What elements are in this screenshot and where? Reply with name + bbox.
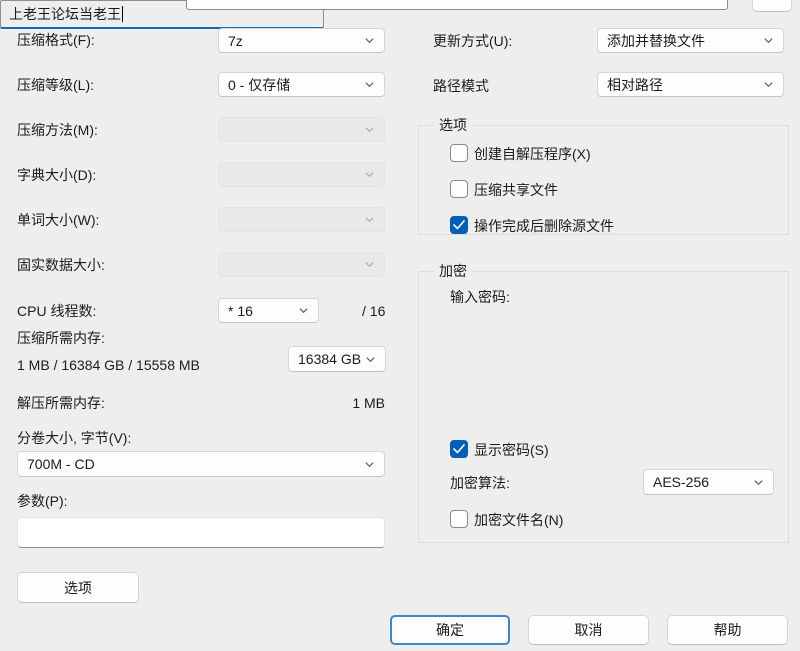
create-sfx-checkbox[interactable] — [450, 144, 468, 162]
chevron-down-icon — [364, 459, 375, 470]
options-button[interactable]: 选项 — [17, 572, 139, 603]
path-mode-value: 相对路径 — [607, 75, 663, 95]
chevron-down-icon — [365, 354, 376, 365]
encryption-method-label: 加密算法: — [450, 474, 510, 492]
cancel-button-label: 取消 — [575, 620, 603, 640]
password-label: 输入密码: — [450, 288, 510, 306]
memory-decompress-value: 1 MB — [352, 394, 385, 412]
chevron-down-icon — [763, 79, 774, 90]
word-size-label: 单词大小(W): — [17, 211, 99, 229]
volume-size-select[interactable]: 700M - CD — [17, 451, 385, 477]
memory-limit-value: 16384 GB — [298, 351, 361, 367]
compress-shared-label[interactable]: 压缩共享文件 — [474, 181, 558, 199]
encryption-group-title: 加密 — [434, 263, 472, 280]
method-select — [218, 117, 385, 142]
delete-after-checkbox[interactable] — [450, 216, 468, 234]
create-sfx-label[interactable]: 创建自解压程序(X) — [474, 145, 591, 163]
update-mode-select[interactable]: 添加并替换文件 — [597, 28, 784, 53]
chevron-down-icon — [364, 169, 375, 180]
delete-after-label[interactable]: 操作完成后删除源文件 — [474, 217, 614, 235]
checkmark-icon — [453, 441, 465, 457]
options-group-title: 选项 — [434, 117, 472, 134]
encryption-method-select[interactable]: AES-256 — [643, 469, 774, 495]
dictionary-size-select — [218, 162, 385, 187]
encrypt-names-checkbox[interactable] — [450, 510, 468, 528]
parameters-input[interactable] — [17, 517, 385, 548]
chevron-down-icon — [364, 79, 375, 90]
checkmark-icon — [453, 217, 465, 233]
chevron-down-icon — [364, 214, 375, 225]
level-value: 0 - 仅存储 — [228, 75, 290, 95]
chevron-down-icon — [364, 124, 375, 135]
encrypt-names-label[interactable]: 加密文件名(N) — [474, 511, 563, 529]
cancel-button[interactable]: 取消 — [528, 615, 649, 645]
chevron-down-icon — [364, 35, 375, 46]
memory-decompress-label: 解压所需内存: — [17, 394, 105, 412]
chevron-down-icon — [753, 477, 764, 488]
dictionary-size-label: 字典大小(D): — [17, 166, 96, 184]
chevron-down-icon — [298, 305, 309, 316]
text-caret — [122, 6, 123, 22]
word-size-select — [218, 207, 385, 232]
format-select[interactable]: 7z — [218, 28, 385, 53]
cpu-threads-select[interactable]: * 16 — [218, 298, 319, 323]
memory-compress-label: 压缩所需内存: — [17, 329, 105, 347]
browse-button[interactable] — [752, 0, 792, 12]
memory-limit-select[interactable]: 16384 GB — [288, 346, 386, 372]
solid-block-size-label: 固实数据大小: — [17, 256, 105, 274]
chevron-down-icon — [364, 259, 375, 270]
help-button-label: 帮助 — [714, 620, 742, 640]
chevron-down-icon — [763, 35, 774, 46]
ok-button-label: 确定 — [436, 620, 464, 640]
encryption-method-value: AES-256 — [653, 474, 709, 490]
encryption-group — [418, 271, 789, 543]
show-password-label[interactable]: 显示密码(S) — [474, 441, 549, 459]
format-value: 7z — [228, 33, 243, 49]
archive-name-input[interactable] — [186, 0, 728, 10]
volume-size-value: 700M - CD — [27, 456, 95, 472]
volume-size-label: 分卷大小, 字节(V): — [17, 429, 131, 447]
options-button-label: 选项 — [64, 578, 92, 598]
solid-block-size-select — [218, 252, 385, 277]
path-mode-label: 路径模式 — [433, 77, 489, 95]
cpu-threads-value: * 16 — [228, 303, 253, 319]
level-select[interactable]: 0 - 仅存储 — [218, 72, 385, 97]
show-password-checkbox[interactable] — [450, 440, 468, 458]
cpu-threads-max: / 16 — [362, 302, 385, 320]
memory-compress-value: 1 MB / 16384 GB / 15558 MB — [17, 356, 200, 374]
level-label: 压缩等级(L): — [17, 76, 94, 94]
ok-button[interactable]: 确定 — [390, 615, 510, 645]
update-mode-label: 更新方式(U): — [433, 32, 512, 50]
format-label: 压缩格式(F): — [17, 31, 95, 49]
help-button[interactable]: 帮助 — [667, 615, 788, 645]
update-mode-value: 添加并替换文件 — [607, 31, 705, 51]
cpu-threads-label: CPU 线程数: — [17, 302, 96, 320]
password-value: 上老王论坛当老王 — [9, 4, 121, 24]
parameters-label: 参数(P): — [17, 492, 68, 510]
path-mode-select[interactable]: 相对路径 — [597, 72, 784, 97]
method-label: 压缩方法(M): — [17, 121, 98, 139]
compress-shared-checkbox[interactable] — [450, 180, 468, 198]
